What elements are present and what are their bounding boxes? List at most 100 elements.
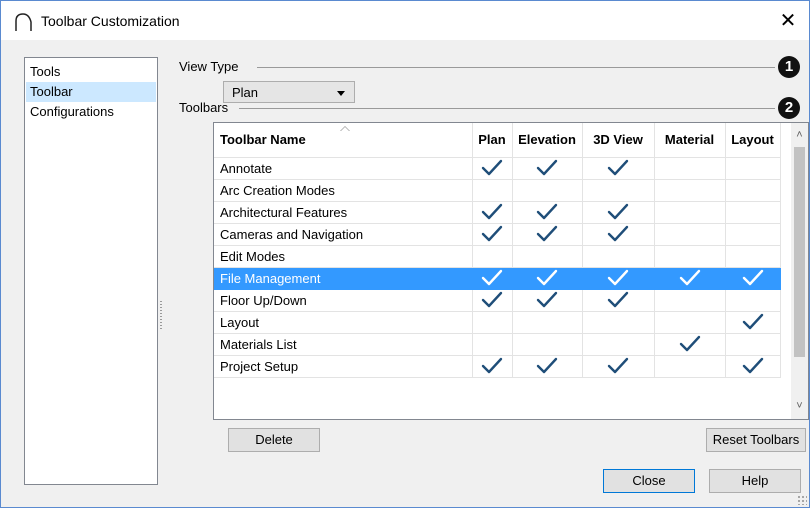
column-header-label: Toolbar Name <box>220 132 306 148</box>
check-cell-elevation[interactable] <box>512 333 583 356</box>
table-row[interactable]: Materials List <box>214 333 781 356</box>
check-cell-3d-view[interactable] <box>582 289 655 312</box>
check-cell-3d-view[interactable] <box>582 179 655 202</box>
check-cell-plan[interactable] <box>472 157 513 180</box>
column-header-label: Plan <box>478 132 506 148</box>
check-cell-layout[interactable] <box>725 157 781 180</box>
check-cell-material[interactable] <box>654 333 726 356</box>
check-cell-3d-view[interactable] <box>582 311 655 334</box>
check-cell-plan[interactable] <box>472 333 513 356</box>
sort-ascending-icon <box>340 126 350 131</box>
check-cell-layout[interactable] <box>725 201 781 224</box>
table-row[interactable]: Edit Modes <box>214 245 781 268</box>
vertical-scrollbar[interactable]: ˄ ˅ <box>791 123 808 419</box>
check-cell-layout[interactable] <box>725 355 781 378</box>
help-button[interactable]: Help <box>709 469 801 493</box>
check-cell-material[interactable] <box>654 201 726 224</box>
toolbar-name-cell: Floor Up/Down <box>214 289 473 312</box>
column-header-2[interactable]: Elevation <box>512 123 583 158</box>
check-cell-material[interactable] <box>654 311 726 334</box>
title-bar: Toolbar Customization ✕ <box>1 1 809 40</box>
close-window-button[interactable]: ✕ <box>775 8 801 34</box>
check-cell-material[interactable] <box>654 289 726 312</box>
column-header-4[interactable]: Material <box>654 123 726 158</box>
checkmark-icon <box>742 313 764 331</box>
sidebar-item-0[interactable]: Tools <box>26 62 156 82</box>
table-row[interactable]: Layout <box>214 311 781 334</box>
check-cell-layout[interactable] <box>725 267 781 290</box>
check-cell-plan[interactable] <box>472 201 513 224</box>
check-cell-3d-view[interactable] <box>582 157 655 180</box>
check-cell-layout[interactable] <box>725 333 781 356</box>
column-header-1[interactable]: Plan <box>472 123 513 158</box>
check-cell-material[interactable] <box>654 267 726 290</box>
column-header-label: Elevation <box>518 132 576 148</box>
check-cell-plan[interactable] <box>472 289 513 312</box>
reset-toolbars-button[interactable]: Reset Toolbars <box>706 428 806 452</box>
sidebar-item-2[interactable]: Configurations <box>26 102 156 122</box>
check-cell-elevation[interactable] <box>512 201 583 224</box>
close-button[interactable]: Close <box>603 469 695 493</box>
check-cell-material[interactable] <box>654 245 726 268</box>
check-cell-material[interactable] <box>654 157 726 180</box>
checkmark-icon <box>607 291 629 309</box>
check-cell-layout[interactable] <box>725 223 781 246</box>
check-cell-elevation[interactable] <box>512 179 583 202</box>
scroll-down-arrow-icon[interactable]: ˅ <box>791 398 808 415</box>
check-cell-elevation[interactable] <box>512 157 583 180</box>
check-cell-3d-view[interactable] <box>582 267 655 290</box>
checkmark-icon <box>536 225 558 243</box>
check-cell-layout[interactable] <box>725 245 781 268</box>
column-header-3[interactable]: 3D View <box>582 123 655 158</box>
check-cell-plan[interactable] <box>472 267 513 290</box>
check-cell-elevation[interactable] <box>512 245 583 268</box>
view-type-dropdown[interactable]: Plan <box>223 81 355 103</box>
check-cell-3d-view[interactable] <box>582 355 655 378</box>
check-cell-elevation[interactable] <box>512 355 583 378</box>
table-row[interactable]: Project Setup <box>214 355 781 378</box>
checkmark-icon <box>536 159 558 177</box>
table-row[interactable]: Cameras and Navigation <box>214 223 781 246</box>
check-cell-material[interactable] <box>654 179 726 202</box>
check-cell-3d-view[interactable] <box>582 245 655 268</box>
check-cell-plan[interactable] <box>472 179 513 202</box>
checkmark-icon <box>607 159 629 177</box>
column-header-0[interactable]: Toolbar Name <box>214 123 473 158</box>
chevron-down-icon <box>337 91 345 96</box>
sidebar-item-1[interactable]: Toolbar <box>26 82 156 102</box>
check-cell-elevation[interactable] <box>512 289 583 312</box>
table-row[interactable]: Architectural Features <box>214 201 781 224</box>
toolbar-name-cell: Layout <box>214 311 473 334</box>
check-cell-3d-view[interactable] <box>582 333 655 356</box>
resize-grip-icon[interactable] <box>797 495 807 505</box>
table-row[interactable]: Floor Up/Down <box>214 289 781 312</box>
check-cell-plan[interactable] <box>472 223 513 246</box>
checkmark-icon <box>481 269 503 287</box>
delete-button[interactable]: Delete <box>228 428 320 452</box>
checkmark-icon <box>679 269 701 287</box>
table-row[interactable]: Annotate <box>214 157 781 180</box>
column-header-label: 3D View <box>593 132 643 148</box>
splitter-handle[interactable] <box>160 301 162 331</box>
table-row[interactable]: Arc Creation Modes <box>214 179 781 202</box>
check-cell-layout[interactable] <box>725 179 781 202</box>
check-cell-plan[interactable] <box>472 355 513 378</box>
check-cell-elevation[interactable] <box>512 223 583 246</box>
check-cell-elevation[interactable] <box>512 311 583 334</box>
toolbar-name-cell: Project Setup <box>214 355 473 378</box>
check-cell-3d-view[interactable] <box>582 223 655 246</box>
check-cell-material[interactable] <box>654 355 726 378</box>
column-header-5[interactable]: Layout <box>725 123 781 158</box>
table-row[interactable]: File Management <box>214 267 781 290</box>
check-cell-layout[interactable] <box>725 311 781 334</box>
check-cell-layout[interactable] <box>725 289 781 312</box>
toolbar-name-cell: Edit Modes <box>214 245 473 268</box>
check-cell-plan[interactable] <box>472 245 513 268</box>
check-cell-elevation[interactable] <box>512 267 583 290</box>
scroll-thumb[interactable] <box>794 147 805 357</box>
scroll-up-arrow-icon[interactable]: ˄ <box>791 127 808 144</box>
check-cell-3d-view[interactable] <box>582 201 655 224</box>
check-cell-plan[interactable] <box>472 311 513 334</box>
check-cell-material[interactable] <box>654 223 726 246</box>
checkmark-icon <box>742 269 764 287</box>
